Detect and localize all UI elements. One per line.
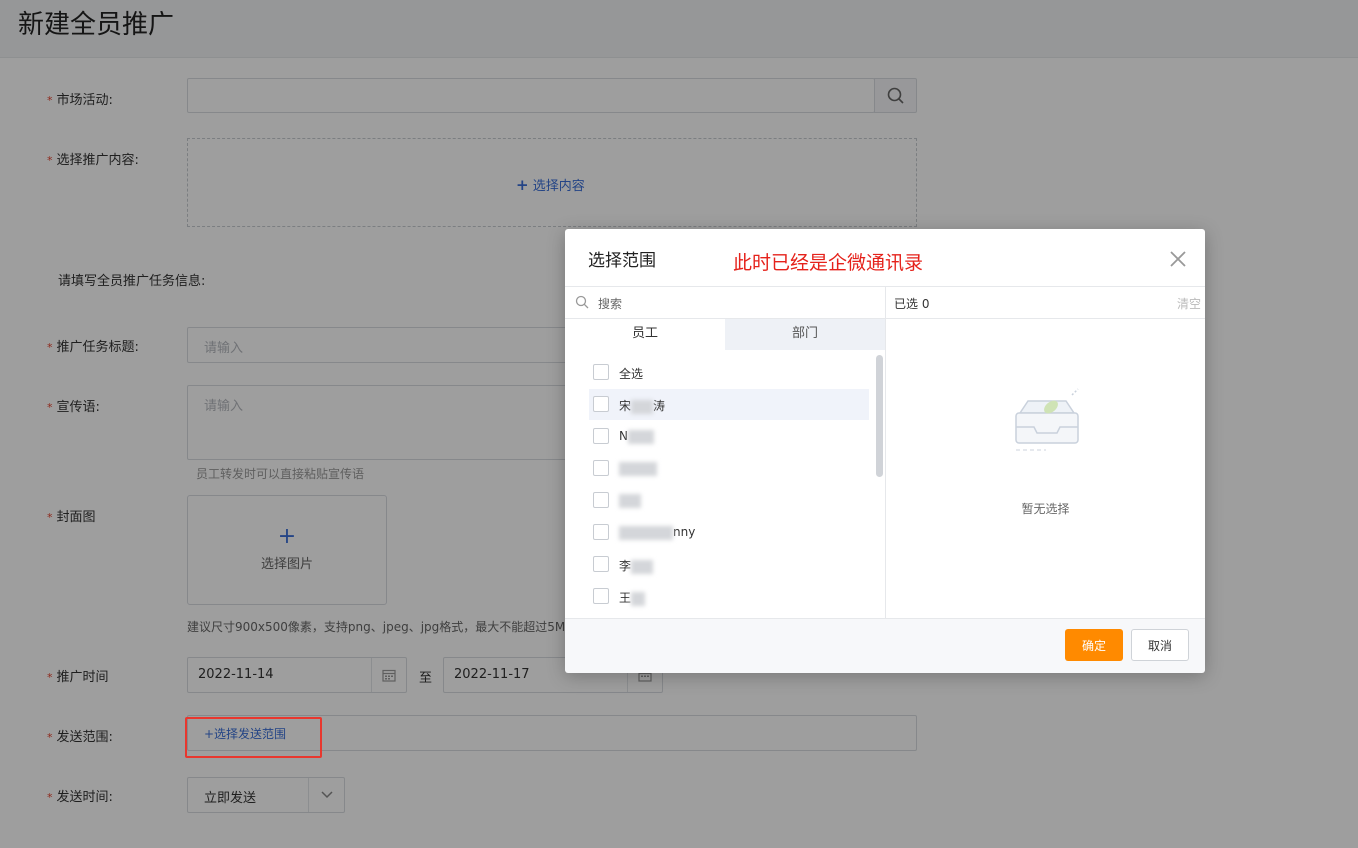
select-scope-modal: 选择范围 此时已经是企微通讯录 搜索 员工 部门 全选 宋涛 N nny 李 王… — [565, 229, 1205, 673]
list-item[interactable]: 宋涛 — [589, 389, 869, 420]
list-scrollbar[interactable] — [876, 355, 883, 477]
clear-button[interactable]: 清空 — [1177, 295, 1201, 312]
close-button[interactable] — [1168, 249, 1188, 269]
list-item[interactable]: N — [589, 421, 869, 452]
employee-checkbox[interactable] — [593, 524, 609, 540]
redaction-mask — [627, 429, 654, 444]
list-item[interactable] — [589, 453, 869, 484]
scope-tabs: 员工 部门 — [565, 319, 885, 350]
candidate-pane: 搜索 员工 部门 全选 宋涛 N nny 李 王 — [565, 287, 886, 619]
employee-checkbox[interactable] — [593, 396, 609, 412]
list-item[interactable]: 李 — [589, 549, 869, 580]
employee-checkbox[interactable] — [593, 428, 609, 444]
redaction-mask — [631, 591, 646, 606]
modal-body: 搜索 员工 部门 全选 宋涛 N nny 李 王 已选 0 清空 暂无选择 — [565, 286, 1205, 619]
select-all-row[interactable]: 全选 — [589, 357, 869, 388]
redaction-mask — [631, 559, 654, 574]
list-item[interactable] — [589, 485, 869, 516]
list-item[interactable]: nny — [589, 517, 869, 548]
redaction-mask — [619, 525, 673, 540]
tab-employees[interactable]: 员工 — [565, 319, 725, 350]
employee-name: 宋涛 — [619, 399, 666, 414]
redaction-mask — [619, 493, 641, 508]
modal-title: 选择范围 — [588, 251, 656, 271]
employee-name: 王 — [619, 589, 646, 606]
empty-selection-text: 暂无选择 — [1021, 502, 1070, 516]
annotation-note: 此时已经是企微通讯录 — [733, 252, 924, 274]
employee-name — [619, 461, 657, 476]
member-search[interactable]: 搜索 — [565, 287, 885, 319]
search-icon — [575, 295, 589, 309]
cancel-button[interactable]: 取消 — [1131, 629, 1189, 661]
employee-name: nny — [619, 525, 695, 540]
select-all-label: 全选 — [619, 367, 644, 381]
empty-inbox-icon — [1015, 388, 1079, 451]
employee-name: 李 — [619, 557, 654, 574]
list-item[interactable]: 王 — [589, 581, 869, 612]
redaction-mask — [631, 399, 654, 414]
selected-count: 已选 0 — [894, 297, 930, 311]
employee-checkbox[interactable] — [593, 492, 609, 508]
member-search-placeholder: 搜索 — [598, 297, 623, 311]
select-all-checkbox[interactable] — [593, 364, 609, 380]
selected-header: 已选 0 清空 — [886, 287, 1205, 319]
employee-name: N — [619, 429, 654, 444]
tab-departments[interactable]: 部门 — [725, 319, 885, 350]
annotation-highlight-frame — [185, 717, 322, 758]
employee-checkbox[interactable] — [593, 588, 609, 604]
modal-footer: 确定 取消 — [565, 618, 1205, 673]
redaction-mask — [619, 461, 657, 476]
employee-name — [619, 493, 641, 508]
employee-checkbox[interactable] — [593, 460, 609, 476]
employee-checkbox[interactable] — [593, 556, 609, 572]
selected-pane: 已选 0 清空 暂无选择 — [886, 287, 1205, 619]
confirm-button[interactable]: 确定 — [1065, 629, 1123, 661]
close-icon — [1170, 251, 1186, 267]
